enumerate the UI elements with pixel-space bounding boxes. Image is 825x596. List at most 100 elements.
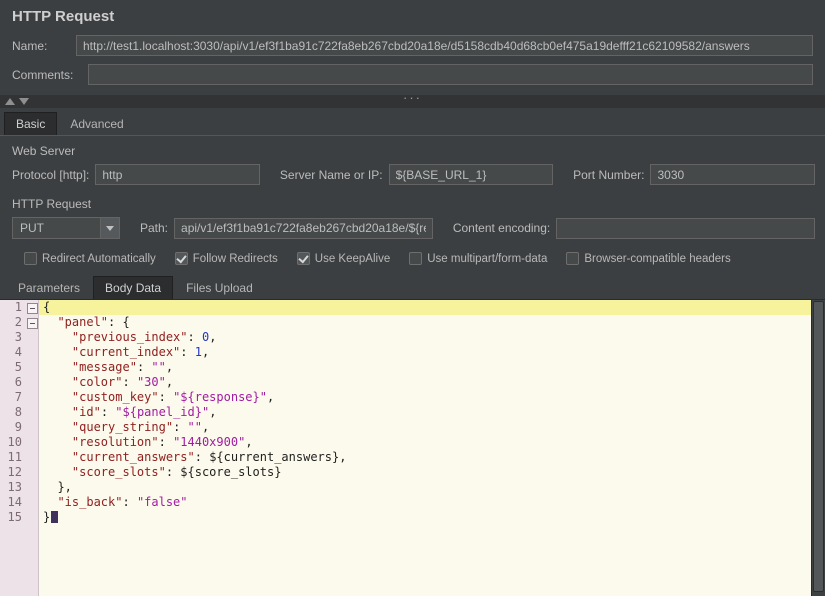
- options-row: Redirect Automatically Follow Redirects …: [0, 243, 825, 274]
- code-editor[interactable]: 1{2 "panel": {3 "previous_index": 0,4 "c…: [0, 300, 811, 596]
- sampler-header: HTTP Request Name: Comments:: [0, 0, 825, 93]
- fold-toggle-icon[interactable]: [26, 300, 39, 315]
- checkbox-browser-compatible-headers[interactable]: Browser-compatible headers: [566, 252, 730, 265]
- line-number: 4: [0, 345, 26, 360]
- code-text: "custom_key": "${response}",: [39, 390, 811, 405]
- page-title: HTTP Request: [12, 8, 813, 25]
- code-text: "is_back": "false": [39, 495, 811, 510]
- http-request-row: PUT Path: Content encoding:: [0, 215, 825, 243]
- scrollbar-thumb[interactable]: [813, 301, 824, 592]
- checkbox-box: [175, 252, 188, 265]
- line-number: 3: [0, 330, 26, 345]
- line-number: 13: [0, 480, 26, 495]
- name-input[interactable]: [76, 35, 813, 56]
- tab-advanced[interactable]: Advanced: [58, 112, 135, 135]
- checkbox-label: Redirect Automatically: [42, 253, 156, 265]
- fold-gutter: [26, 420, 39, 435]
- code-text: "score_slots": ${score_slots}: [39, 465, 811, 480]
- collapse-up-icon[interactable]: [5, 98, 15, 105]
- name-row: Name:: [12, 35, 813, 56]
- path-input[interactable]: [174, 218, 433, 239]
- code-line[interactable]: 15}: [0, 510, 811, 525]
- server-name-input[interactable]: [389, 164, 554, 185]
- code-line[interactable]: 6 "color": "30",: [0, 375, 811, 390]
- web-server-section-title: Web Server: [0, 136, 825, 162]
- code-text: "resolution": "1440x900",: [39, 435, 811, 450]
- editor-vertical-scrollbar[interactable]: [811, 300, 825, 596]
- fold-gutter: [26, 345, 39, 360]
- code-line[interactable]: 12 "score_slots": ${score_slots}: [0, 465, 811, 480]
- checkbox-redirect-automatically[interactable]: Redirect Automatically: [24, 252, 156, 265]
- checkbox-use-multipart-form-data[interactable]: Use multipart/form-data: [409, 252, 547, 265]
- code-line[interactable]: 2 "panel": {: [0, 315, 811, 330]
- line-number: 6: [0, 375, 26, 390]
- line-number: 8: [0, 405, 26, 420]
- server-name-label: Server Name or IP:: [280, 168, 383, 182]
- comments-input[interactable]: [88, 64, 813, 85]
- fold-gutter: [26, 510, 39, 525]
- dropdown-arrow-button[interactable]: [100, 218, 119, 238]
- content-encoding-input[interactable]: [556, 218, 815, 239]
- checkbox-follow-redirects[interactable]: Follow Redirects: [175, 252, 278, 265]
- line-number: 15: [0, 510, 26, 525]
- checkbox-label: Use multipart/form-data: [427, 253, 547, 265]
- code-line[interactable]: 1{: [0, 300, 811, 315]
- code-text: "previous_index": 0,: [39, 330, 811, 345]
- fold-gutter: [26, 435, 39, 450]
- checkbox-label: Follow Redirects: [193, 253, 278, 265]
- body-tab-bar: Parameters Body Data Files Upload: [0, 274, 825, 300]
- fold-gutter: [26, 405, 39, 420]
- checkbox-label: Use KeepAlive: [315, 253, 390, 265]
- checkbox-label: Browser-compatible headers: [584, 253, 730, 265]
- port-number-input[interactable]: [650, 164, 815, 185]
- fold-gutter: [26, 495, 39, 510]
- fold-gutter: [26, 480, 39, 495]
- code-text: "message": "",: [39, 360, 811, 375]
- code-line[interactable]: 4 "current_index": 1,: [0, 345, 811, 360]
- code-line[interactable]: 8 "id": "${panel_id}",: [0, 405, 811, 420]
- line-number: 2: [0, 315, 26, 330]
- fold-toggle-icon[interactable]: [26, 315, 39, 330]
- body-data-editor[interactable]: 1{2 "panel": {3 "previous_index": 0,4 "c…: [0, 300, 825, 596]
- code-lines: 1{2 "panel": {3 "previous_index": 0,4 "c…: [0, 300, 811, 525]
- line-number: 12: [0, 465, 26, 480]
- line-number: 10: [0, 435, 26, 450]
- method-value: PUT: [13, 218, 100, 238]
- protocol-input[interactable]: [95, 164, 260, 185]
- splitter-grip-dots[interactable]: ···: [403, 94, 422, 102]
- chevron-down-icon: [106, 226, 114, 231]
- fold-gutter: [26, 450, 39, 465]
- code-line[interactable]: 5 "message": "",: [0, 360, 811, 375]
- code-fill: [39, 525, 811, 596]
- text-caret: [51, 511, 58, 523]
- line-number: 11: [0, 450, 26, 465]
- code-line[interactable]: 11 "current_answers": ${current_answers}…: [0, 450, 811, 465]
- code-line[interactable]: 3 "previous_index": 0,: [0, 330, 811, 345]
- checkbox-box: [409, 252, 422, 265]
- fold-gutter: [26, 375, 39, 390]
- tab-basic[interactable]: Basic: [4, 112, 57, 135]
- checkbox-box: [24, 252, 37, 265]
- tab-parameters[interactable]: Parameters: [6, 276, 92, 299]
- code-line[interactable]: 7 "custom_key": "${response}",: [0, 390, 811, 405]
- code-line[interactable]: 14 "is_back": "false": [0, 495, 811, 510]
- editor-empty-space[interactable]: [0, 525, 811, 596]
- collapse-down-icon[interactable]: [19, 98, 29, 105]
- tab-body-data[interactable]: Body Data: [93, 276, 173, 299]
- comments-label: Comments:: [12, 68, 88, 82]
- http-request-section-title: HTTP Request: [0, 189, 825, 215]
- split-pane-divider[interactable]: ···: [0, 95, 825, 108]
- tab-files-upload[interactable]: Files Upload: [174, 276, 265, 299]
- fold-gutter: [26, 330, 39, 345]
- method-dropdown[interactable]: PUT: [12, 217, 120, 239]
- line-number: 7: [0, 390, 26, 405]
- code-line[interactable]: 10 "resolution": "1440x900",: [0, 435, 811, 450]
- path-label: Path:: [140, 221, 168, 235]
- code-text: "id": "${panel_id}",: [39, 405, 811, 420]
- code-line[interactable]: 13 },: [0, 480, 811, 495]
- line-number: 9: [0, 420, 26, 435]
- checkbox-box: [297, 252, 310, 265]
- checkbox-use-keepalive[interactable]: Use KeepAlive: [297, 252, 390, 265]
- code-text: "current_answers": ${current_answers},: [39, 450, 811, 465]
- code-line[interactable]: 9 "query_string": "",: [0, 420, 811, 435]
